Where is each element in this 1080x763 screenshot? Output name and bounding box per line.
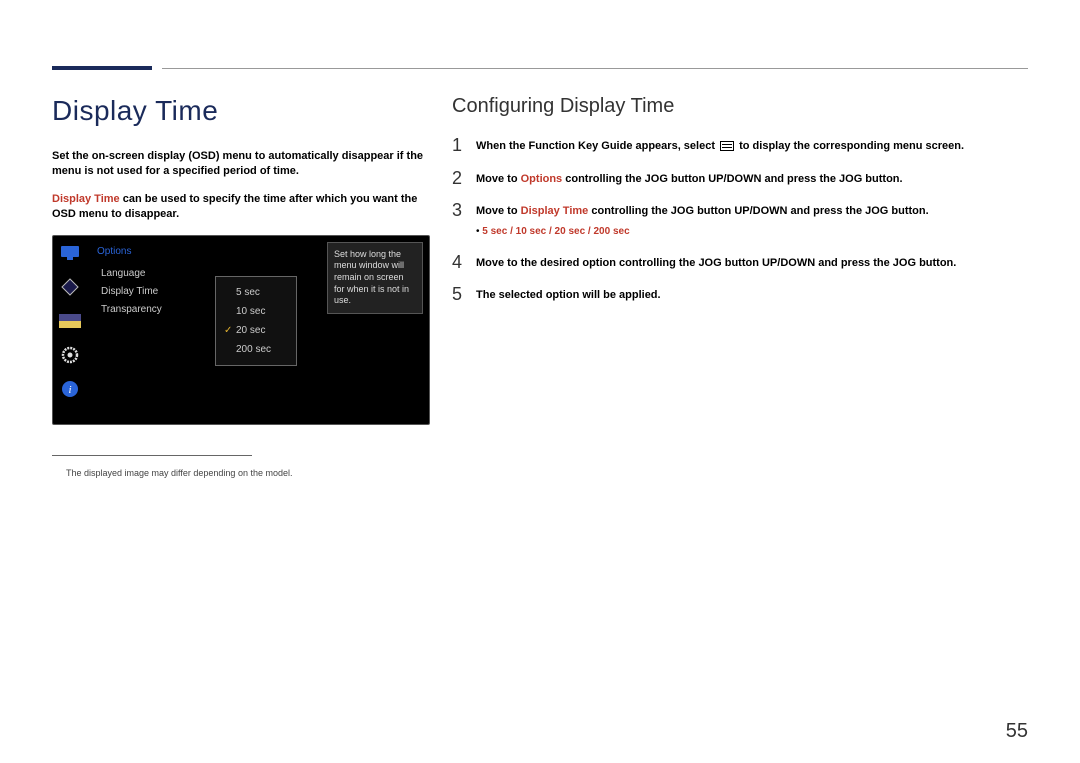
osd-option-5sec: 5 sec xyxy=(224,283,288,302)
osd-option-200sec: 200 sec xyxy=(224,340,288,359)
step-2: 2 Move to Options controlling the JOG bu… xyxy=(452,169,1028,188)
step-3-options: • 5 sec / 10 sec / 20 sec / 200 sec xyxy=(476,224,929,239)
section-heading: Display Time xyxy=(52,95,432,127)
step-3: 3 Move to Display Time controlling the J… xyxy=(452,201,1028,239)
page-number: 55 xyxy=(1006,720,1028,743)
footnote-text: The displayed image may differ depending… xyxy=(66,468,432,478)
osd-body: Options Language Display Time Transparen… xyxy=(87,236,429,424)
step-4: 4 Move to the desired option controlling… xyxy=(452,253,1028,272)
osd-panel: i Options Language Display Time Transpar… xyxy=(52,235,430,425)
osd-option-20sec: 20 sec xyxy=(224,321,288,340)
svg-text:i: i xyxy=(68,384,71,396)
accent-bar xyxy=(52,66,152,70)
step-5: 5 The selected option will be applied. xyxy=(452,285,1028,304)
step-3-text: Move to Display Time controlling the JOG… xyxy=(476,201,929,239)
osd-option-10sec: 10 sec xyxy=(224,302,288,321)
highlight-display-time: Display Time xyxy=(52,193,120,205)
step-number: 2 xyxy=(452,169,476,187)
menu-icon xyxy=(720,141,734,151)
adjust-icon xyxy=(59,276,81,298)
footnote-rule xyxy=(52,455,252,456)
osd-dropdown: 5 sec 10 sec 20 sec 200 sec xyxy=(215,276,297,366)
step-number: 3 xyxy=(452,201,476,219)
osd-tooltip: Set how long the menu window will remain… xyxy=(327,242,423,314)
monitor-icon xyxy=(59,242,81,264)
step-number: 5 xyxy=(452,285,476,303)
intro-paragraph-2: Display Time can be used to specify the … xyxy=(52,192,432,223)
osd-icon-column: i xyxy=(53,236,87,424)
steps-list: 1 When the Function Key Guide appears, s… xyxy=(452,136,1028,304)
band-icon xyxy=(59,310,81,332)
info-icon: i xyxy=(59,378,81,400)
step-4-text: Move to the desired option controlling t… xyxy=(476,253,956,272)
step-1: 1 When the Function Key Guide appears, s… xyxy=(452,136,1028,155)
step-5-text: The selected option will be applied. xyxy=(476,285,661,304)
left-column: Display Time Set the on-screen display (… xyxy=(52,95,432,478)
step-2-text: Move to Options controlling the JOG butt… xyxy=(476,169,903,188)
step-1-text: When the Function Key Guide appears, sel… xyxy=(476,136,964,155)
intro-paragraph-1: Set the on-screen display (OSD) menu to … xyxy=(52,149,432,180)
top-rule xyxy=(162,68,1028,69)
right-column: Configuring Display Time 1 When the Func… xyxy=(452,95,1028,318)
step-number: 4 xyxy=(452,253,476,271)
gear-icon xyxy=(59,344,81,366)
step-number: 1 xyxy=(452,136,476,154)
configure-heading: Configuring Display Time xyxy=(452,95,1028,118)
